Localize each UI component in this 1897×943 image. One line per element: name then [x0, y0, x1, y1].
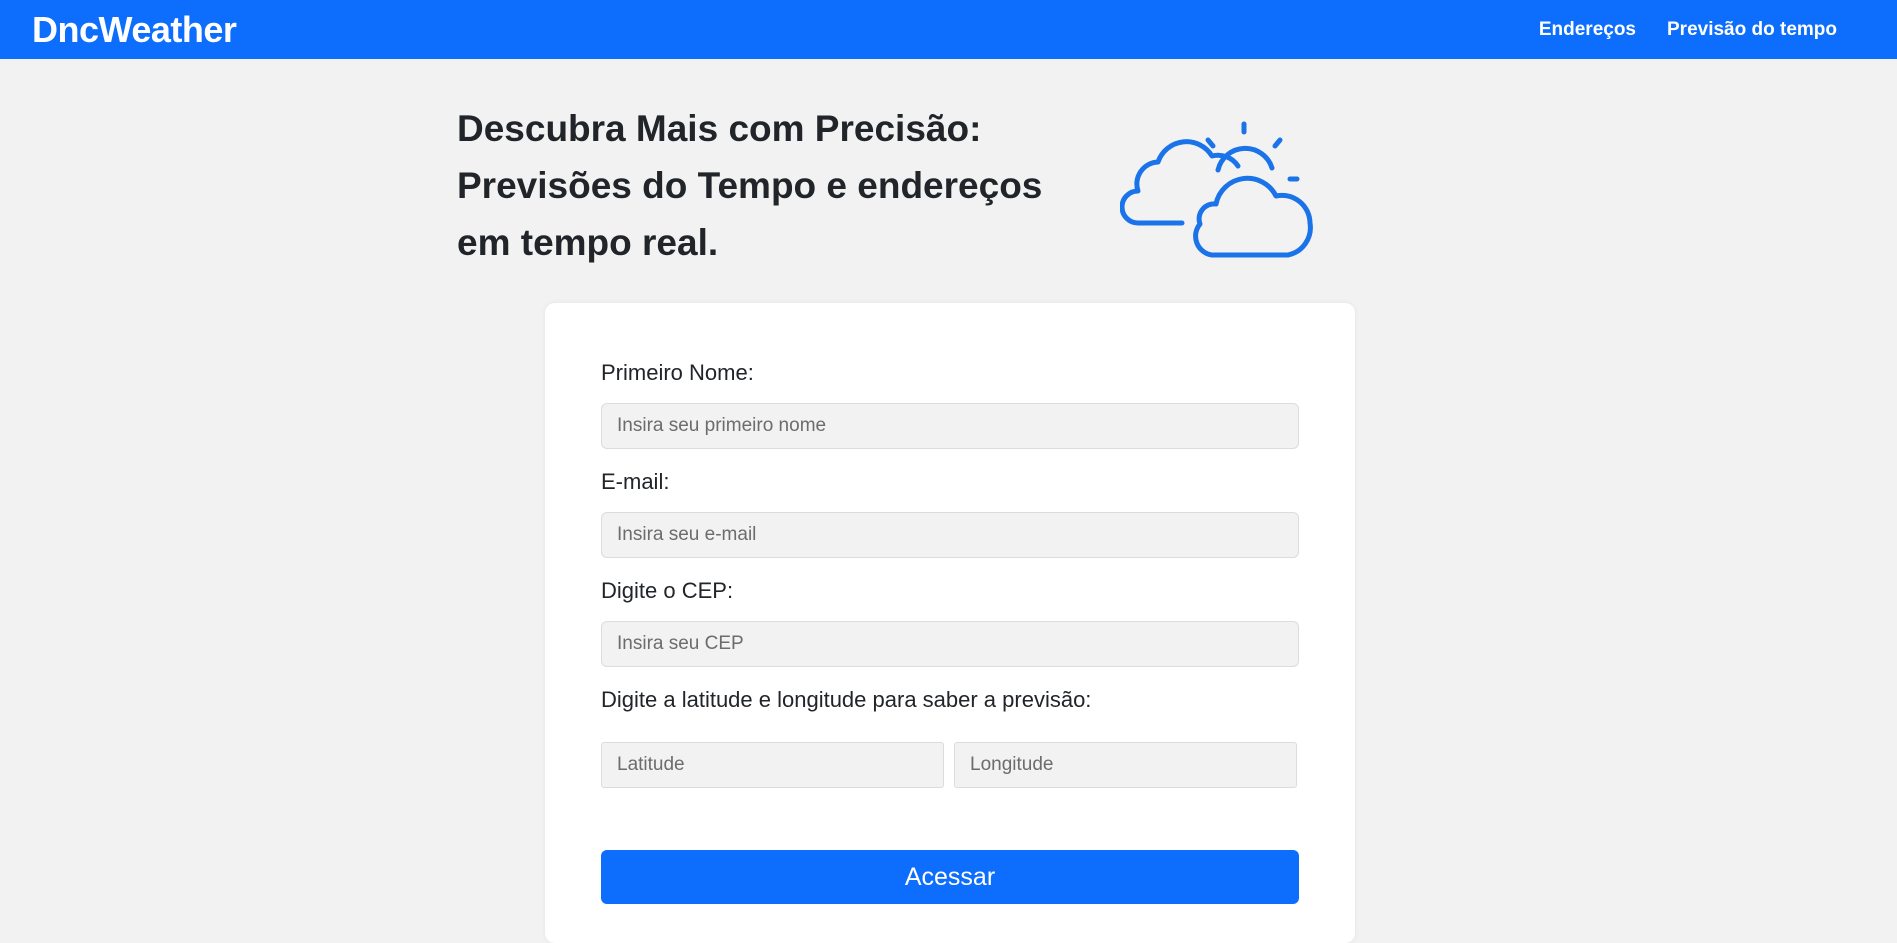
navbar: DncWeather Endereços Previsão do tempo — [0, 0, 1897, 59]
nav-link-previsao[interactable]: Previsão do tempo — [1667, 19, 1837, 41]
submit-button[interactable]: Acessar — [601, 850, 1299, 904]
nav-link-enderecos[interactable]: Endereços — [1539, 19, 1636, 41]
email-input[interactable] — [601, 512, 1299, 558]
first-name-input[interactable] — [601, 403, 1299, 449]
cep-input[interactable] — [601, 621, 1299, 667]
form-card: Primeiro Nome: E-mail: Digite o CEP: Dig… — [545, 303, 1355, 943]
hero-title: Descubra Mais com Precisão: Previsões do… — [457, 100, 1097, 271]
brand-logo[interactable]: DncWeather — [32, 9, 237, 51]
cep-label: Digite o CEP: — [601, 578, 734, 603]
latitude-input[interactable] — [601, 742, 944, 788]
first-name-label: Primeiro Nome: — [601, 360, 754, 385]
cloud-sun-icon — [1119, 118, 1320, 258]
hero-title-line-3: em tempo real. — [457, 222, 719, 263]
longitude-input[interactable] — [954, 742, 1297, 788]
nav-links: Endereços Previsão do tempo — [1539, 19, 1837, 41]
coords-label: Digite a latitude e longitude para saber… — [601, 687, 1092, 712]
hero-title-line-1: Descubra Mais com Precisão: — [457, 108, 982, 149]
email-label: E-mail: — [601, 469, 670, 494]
hero-title-line-2: Previsões do Tempo e endereços — [457, 165, 1043, 206]
